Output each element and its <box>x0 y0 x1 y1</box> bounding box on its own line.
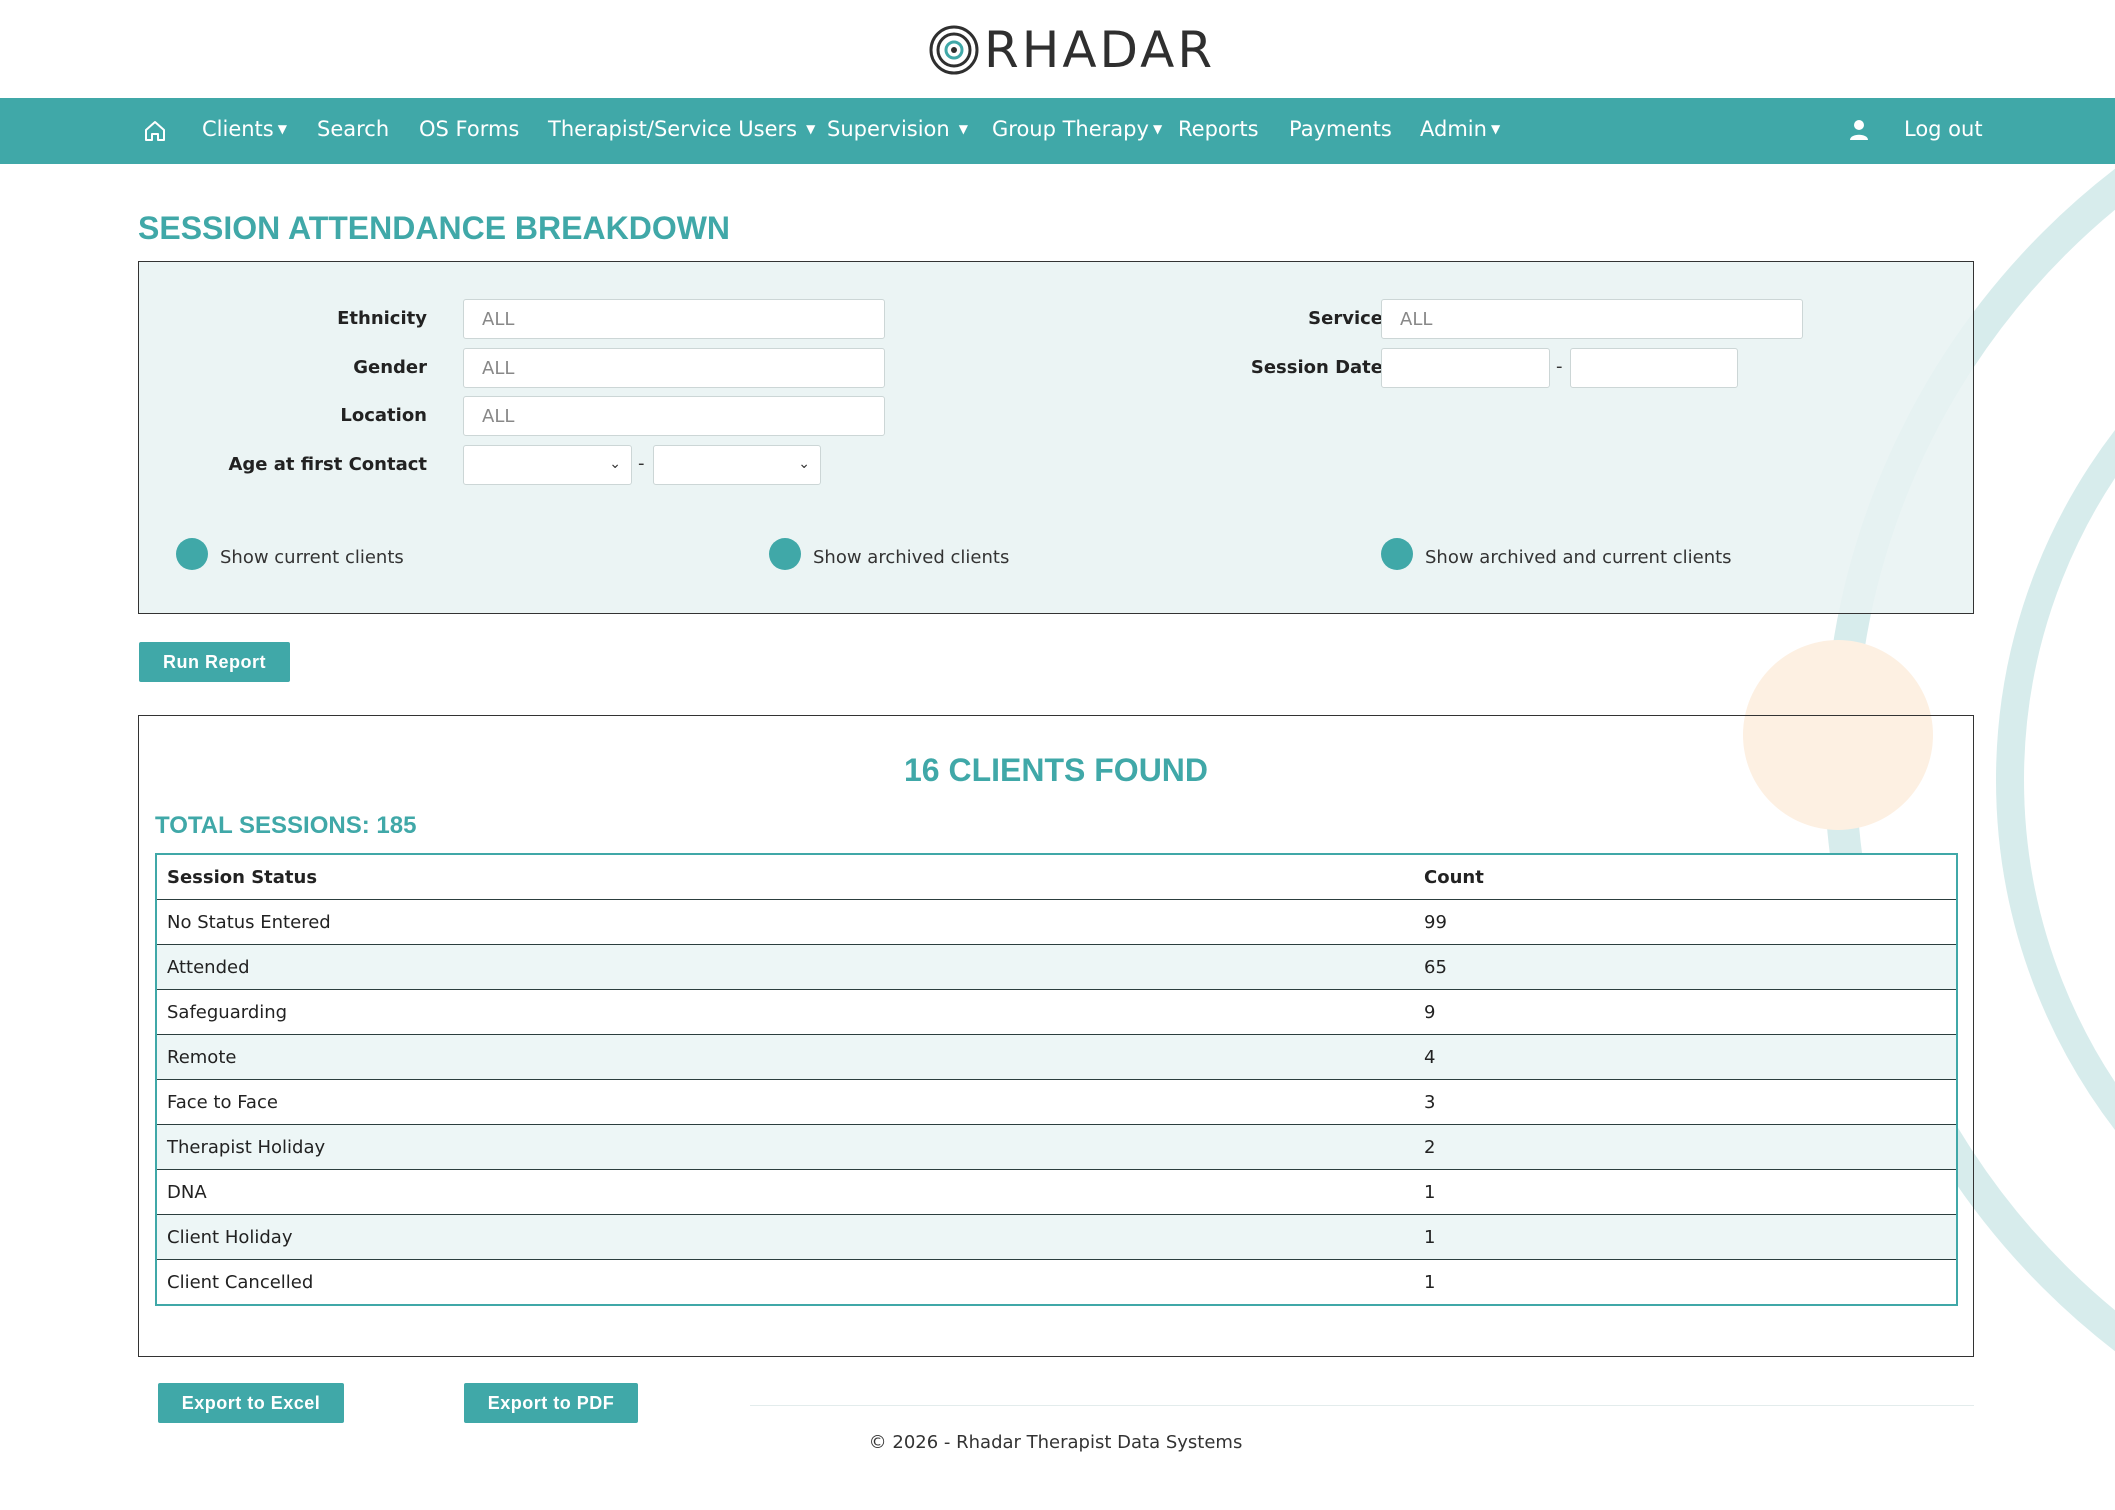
nav-clients[interactable]: Clients ▼ <box>202 117 287 141</box>
footer-divider <box>750 1405 1974 1406</box>
session-date-separator: - <box>1556 356 1563 377</box>
location-select[interactable]: ALL <box>463 396 885 436</box>
count-cell: 65 <box>1414 944 1957 990</box>
clients-found-heading: 16 CLIENTS FOUND <box>903 752 1209 788</box>
column-header-session-status: Session Status <box>156 854 1414 900</box>
nav-supervision[interactable]: Supervision ▼ <box>827 117 968 141</box>
age-range-separator: - <box>638 453 645 474</box>
table-row: DNA 1 <box>156 1169 1957 1215</box>
session-status-table: Session Status Count No Status Entered 99… <box>155 853 1958 1306</box>
age-to-select[interactable]: ⌄ <box>653 445 821 485</box>
count-cell: 1 <box>1414 1214 1957 1260</box>
radio-archived-and-current-clients[interactable] <box>1381 538 1413 570</box>
age-from-select[interactable]: ⌄ <box>463 445 632 485</box>
ethnicity-select[interactable]: ALL <box>463 299 885 339</box>
table-row: Attended 65 <box>156 944 1957 990</box>
service-label: Service <box>1308 308 1383 329</box>
caret-down-icon: ▼ <box>1152 122 1163 136</box>
page-title: SESSION ATTENDANCE BREAKDOWN <box>138 210 731 246</box>
table-header-row: Session Status Count <box>156 854 1957 900</box>
status-cell: DNA <box>156 1169 1414 1215</box>
count-cell: 4 <box>1414 1034 1957 1080</box>
caret-down-icon: ▼ <box>806 122 816 136</box>
gender-select[interactable]: ALL <box>463 348 885 388</box>
export-pdf-button[interactable]: Export to PDF <box>464 1383 638 1423</box>
nav-therapist-service-users[interactable]: Therapist/Service Users ▼ <box>548 117 815 141</box>
logo-wordmark: RHADAR <box>984 21 1216 79</box>
count-cell: 1 <box>1414 1169 1957 1215</box>
header: RHADAR <box>0 0 2115 98</box>
session-date-label: Session Date <box>1250 357 1383 378</box>
status-cell: Client Holiday <box>156 1214 1414 1260</box>
table-row: Client Holiday 1 <box>156 1214 1957 1260</box>
radio-current-clients-label: Show current clients <box>220 547 404 568</box>
radio-current-clients[interactable] <box>176 538 208 570</box>
session-date-to-input[interactable] <box>1570 348 1738 388</box>
gender-label: Gender <box>353 357 427 378</box>
nav-os-forms[interactable]: OS Forms <box>419 117 519 141</box>
rhadar-logo[interactable]: RHADAR <box>928 20 1215 80</box>
chevron-down-icon: ⌄ <box>798 456 810 472</box>
nav-group-therapy[interactable]: Group Therapy ▼ <box>992 117 1162 141</box>
count-cell: 3 <box>1414 1079 1957 1125</box>
nav-reports[interactable]: Reports <box>1178 117 1259 141</box>
footer: © 2026 - Rhadar Therapist Data Systems <box>0 1432 2115 1453</box>
radio-archived-clients[interactable] <box>769 538 801 570</box>
status-cell: Attended <box>156 944 1414 990</box>
results-panel: 16 CLIENTS FOUND TOTAL SESSIONS: 185 Ses… <box>138 715 1974 1357</box>
location-label: Location <box>340 405 427 426</box>
run-report-button[interactable]: Run Report <box>139 642 290 682</box>
nav-payments[interactable]: Payments <box>1289 117 1392 141</box>
user-icon[interactable] <box>1847 118 1871 142</box>
caret-down-icon: ▼ <box>958 122 968 136</box>
ethnicity-label: Ethnicity <box>337 308 427 329</box>
count-cell: 99 <box>1414 899 1957 945</box>
status-cell: Client Cancelled <box>156 1259 1414 1305</box>
filter-panel: Ethnicity ALL Gender ALL Location ALL Ag… <box>138 261 1974 614</box>
radar-logo-icon <box>929 25 979 75</box>
status-cell: No Status Entered <box>156 899 1414 945</box>
nav-search[interactable]: Search <box>317 117 389 141</box>
total-sessions-heading: TOTAL SESSIONS: 185 <box>155 812 417 839</box>
status-cell: Safeguarding <box>156 989 1414 1035</box>
home-icon[interactable] <box>142 118 168 144</box>
count-cell: 2 <box>1414 1124 1957 1170</box>
radio-archived-clients-label: Show archived clients <box>813 547 1010 568</box>
caret-down-icon: ▼ <box>1490 122 1501 136</box>
count-cell: 1 <box>1414 1259 1957 1305</box>
table-row: Safeguarding 9 <box>156 989 1957 1035</box>
main-navbar: Clients ▼ Search OS Forms Therapist/Servi… <box>0 98 2115 164</box>
table-row: Face to Face 3 <box>156 1079 1957 1125</box>
status-cell: Remote <box>156 1034 1414 1080</box>
session-date-from-input[interactable] <box>1381 348 1550 388</box>
nav-admin[interactable]: Admin ▼ <box>1420 117 1500 141</box>
table-row: Remote 4 <box>156 1034 1957 1080</box>
age-label: Age at first Contact <box>228 454 427 475</box>
table-row: No Status Entered 99 <box>156 899 1957 945</box>
caret-down-icon: ▼ <box>277 122 287 136</box>
chevron-down-icon: ⌄ <box>609 456 621 472</box>
count-cell: 9 <box>1414 989 1957 1035</box>
export-excel-button[interactable]: Export to Excel <box>158 1383 344 1423</box>
status-cell: Face to Face <box>156 1079 1414 1125</box>
table-row: Therapist Holiday 2 <box>156 1124 1957 1170</box>
radio-archived-and-current-clients-label: Show archived and current clients <box>1425 547 1732 568</box>
footer-copyright: © 2026 - Rhadar Therapist Data Systems <box>868 1432 1243 1453</box>
status-cell: Therapist Holiday <box>156 1124 1414 1170</box>
logout-link[interactable]: Log out <box>1904 117 1983 141</box>
table-row: Client Cancelled 1 <box>156 1259 1957 1305</box>
column-header-count: Count <box>1414 854 1957 900</box>
service-select[interactable]: ALL <box>1381 299 1803 339</box>
